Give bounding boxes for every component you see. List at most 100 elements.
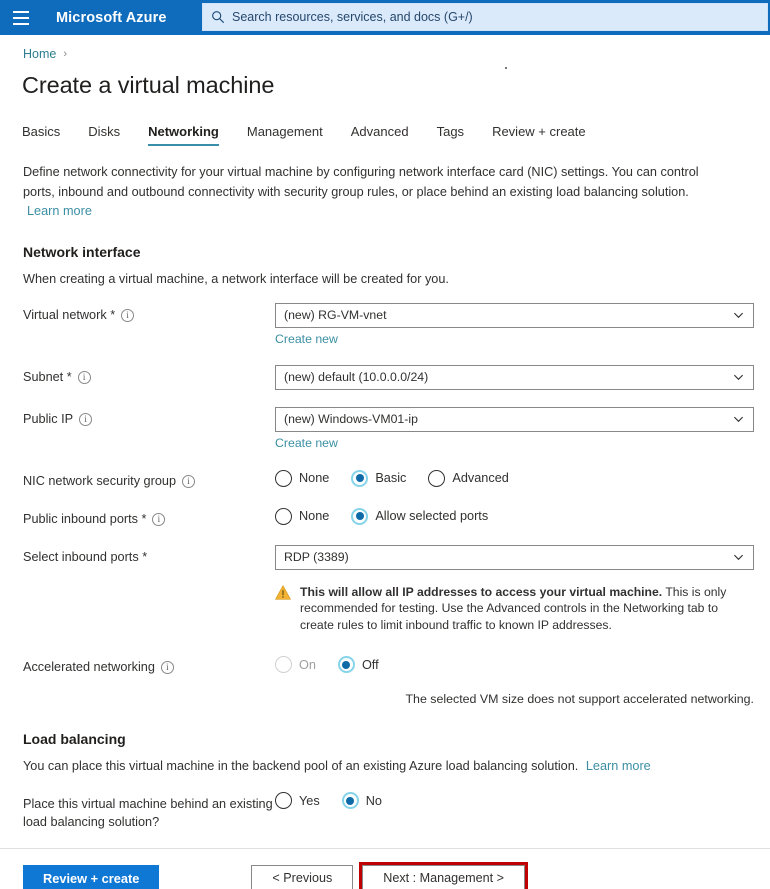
public-ip-create-new-link[interactable]: Create new — [275, 436, 338, 450]
radio-circle-icon — [337, 656, 355, 673]
tab-disks[interactable]: Disks — [74, 124, 134, 146]
label-public-ip: Public IP i — [23, 407, 275, 428]
subnet-value: (new) default (10.0.0.0/24) — [284, 370, 429, 384]
label-virtual-network-text: Virtual network — [23, 307, 107, 322]
label-nic-network-security-group: NIC network security group i — [23, 469, 275, 490]
breadcrumb: Home › — [0, 35, 770, 61]
load-balancing-heading: Load balancing — [23, 731, 126, 747]
wizard-tabs: Basics Disks Networking Management Advan… — [22, 119, 770, 146]
subnet-select[interactable]: (new) default (10.0.0.0/24) — [275, 364, 754, 390]
next-button-highlight: Next : Management > — [359, 862, 529, 889]
info-icon[interactable]: i — [121, 308, 135, 322]
place-behind-radio-group: Yes No — [275, 791, 770, 809]
place-behind-radio-yes[interactable]: Yes — [275, 792, 320, 809]
row-public-ip: Public IP i (new) Windows-VM01-ip Create… — [23, 406, 770, 452]
accelerated-networking-hint: The selected VM size does not support ac… — [405, 692, 754, 706]
tab-advanced[interactable]: Advanced — [337, 124, 423, 146]
label-select-inbound-ports-text: Select inbound ports — [23, 549, 139, 564]
label-accelerated-networking: Accelerated networking i — [23, 655, 275, 676]
virtual-network-select[interactable]: (new) RG-VM-vnet — [275, 302, 754, 328]
network-interface-heading: Network interface — [23, 243, 141, 260]
row-virtual-network: Virtual network * i (new) RG-VM-vnet Cre… — [23, 302, 770, 348]
nic-nsg-radio-advanced-label: Advanced — [452, 471, 509, 485]
info-icon[interactable]: i — [77, 370, 91, 384]
load-balancing-subtext: You can place this virtual machine in th… — [23, 759, 579, 773]
radio-circle-icon — [341, 792, 359, 809]
load-balancing-learn-more-link[interactable]: Learn more — [586, 759, 651, 773]
public-inbound-ports-radio-allow-selected[interactable]: Allow selected ports — [351, 507, 489, 525]
chevron-right-icon: › — [63, 48, 68, 60]
tab-networking[interactable]: Networking — [134, 124, 233, 146]
nic-nsg-radio-none[interactable]: None — [275, 469, 329, 487]
azure-top-bar: Microsoft Azure Search resources, servic… — [0, 0, 770, 35]
nic-nsg-radio-basic[interactable]: Basic — [351, 469, 407, 487]
info-icon[interactable]: i — [79, 412, 93, 426]
intro-paragraph: Define network connectivity for your vir… — [23, 163, 723, 222]
search-icon — [212, 11, 225, 24]
review-create-button[interactable]: Review + create — [23, 865, 160, 889]
accelerated-networking-radio-off[interactable]: Off — [337, 656, 379, 673]
info-icon[interactable]: i — [160, 661, 174, 674]
nic-nsg-radio-group: None Basic Advanced — [275, 469, 770, 487]
radio-circle-icon — [351, 469, 369, 487]
accelerated-networking-radio-on: On — [275, 656, 316, 673]
intro-text: Define network connectivity for your vir… — [23, 165, 699, 199]
label-place-behind-load-balancer: Place this virtual machine behind an exi… — [23, 791, 275, 831]
intro-learn-more-link[interactable]: Learn more — [27, 202, 92, 222]
nic-nsg-radio-basic-label: Basic — [375, 471, 407, 485]
row-place-behind-load-balancer: Place this virtual machine behind an exi… — [23, 791, 770, 831]
row-public-inbound-ports: Public inbound ports * i None Allow sele… — [23, 507, 770, 528]
label-place-behind-text: Place this virtual machine behind an exi… — [23, 797, 273, 829]
inbound-ports-warning-text: This will allow all IP addresses to acce… — [300, 584, 749, 634]
accelerated-networking-radio-off-label: Off — [361, 657, 379, 672]
label-virtual-network: Virtual network * i — [23, 303, 275, 324]
label-public-inbound-ports-text: Public inbound ports — [23, 511, 138, 526]
required-marker: * — [142, 549, 148, 564]
networking-form: Define network connectivity for your vir… — [0, 163, 770, 849]
azure-brand-label[interactable]: Microsoft Azure — [56, 10, 167, 26]
row-accelerated-networking: Accelerated networking i On Off The sele… — [23, 655, 770, 706]
virtual-network-create-new-link[interactable]: Create new — [275, 332, 338, 346]
field-virtual-network: (new) RG-VM-vnet Create new — [275, 302, 770, 348]
virtual-network-value: (new) RG-VM-vnet — [284, 308, 387, 322]
public-inbound-ports-radio-allow-selected-label: Allow selected ports — [375, 509, 489, 523]
inbound-ports-warning: This will allow all IP addresses to acce… — [275, 584, 749, 634]
public-ip-value: (new) Windows-VM01-ip — [284, 412, 418, 426]
info-icon[interactable]: i — [182, 474, 196, 488]
global-search-input[interactable]: Search resources, services, and docs (G+… — [202, 3, 768, 31]
next-management-button[interactable]: Next : Management > — [362, 865, 526, 889]
breadcrumb-item-home[interactable]: Home — [23, 47, 56, 61]
public-inbound-ports-radio-none[interactable]: None — [275, 507, 330, 525]
required-marker: * — [110, 307, 116, 322]
radio-circle-icon — [428, 469, 446, 487]
tab-tags[interactable]: Tags — [423, 124, 478, 146]
chevron-down-icon — [733, 416, 744, 423]
nic-nsg-radio-advanced[interactable]: Advanced — [428, 469, 509, 487]
radio-circle-icon — [275, 469, 292, 487]
field-public-ip: (new) Windows-VM01-ip Create new — [275, 406, 770, 452]
hamburger-icon[interactable] — [0, 0, 42, 35]
public-inbound-ports-radio-none-label: None — [299, 509, 330, 523]
select-inbound-ports-select[interactable]: RDP (3389) — [275, 544, 754, 570]
inbound-ports-warning-bold: This will allow all IP addresses to acce… — [300, 584, 663, 599]
accelerated-networking-radio-on-label: On — [299, 657, 316, 672]
radio-circle-icon — [275, 792, 292, 809]
label-public-ip-text: Public IP — [23, 411, 74, 426]
label-subnet-text: Subnet — [23, 369, 64, 384]
previous-button[interactable]: < Previous — [251, 865, 354, 889]
row-nic-network-security-group: NIC network security group i None Basic … — [23, 469, 770, 490]
tab-basics[interactable]: Basics — [22, 124, 74, 146]
place-behind-radio-yes-label: Yes — [299, 793, 320, 808]
public-ip-select[interactable]: (new) Windows-VM01-ip — [275, 406, 754, 432]
page-title: Create a virtual machine — [22, 72, 275, 98]
global-search-placeholder: Search resources, services, and docs (G+… — [232, 10, 473, 24]
warning-triangle-icon — [275, 584, 291, 600]
row-select-inbound-ports: Select inbound ports * RDP (3389) This w… — [23, 544, 770, 634]
public-inbound-ports-radio-group: None Allow selected ports — [275, 507, 770, 525]
info-icon[interactable]: i — [152, 512, 166, 526]
wizard-footer: Review + create < Previous Next : Manage… — [0, 849, 770, 889]
tab-review-create[interactable]: Review + create — [478, 124, 600, 146]
place-behind-radio-no[interactable]: No — [341, 792, 382, 809]
tab-management[interactable]: Management — [233, 124, 337, 146]
radio-circle-icon — [351, 507, 369, 525]
